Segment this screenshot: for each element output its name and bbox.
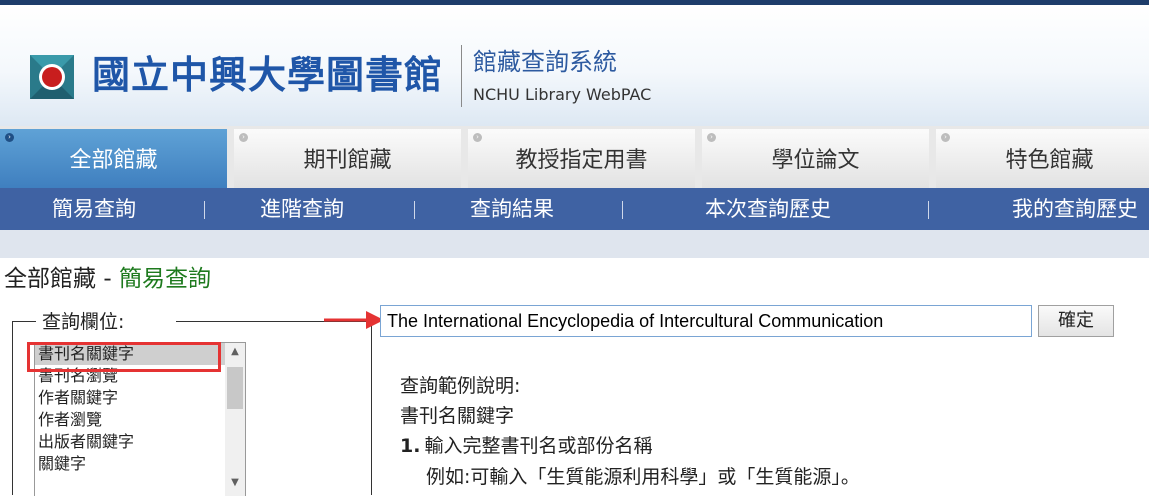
tab-label: 全部館藏 [69,148,158,173]
listbox-option[interactable]: 出版者關鍵字 [35,431,245,453]
help-example: 例如:可輸入「生質能源利用科學」或「生質能源」。 [426,466,860,488]
subnav-separator [414,201,415,219]
subnav-advanced-search[interactable]: 進階查詢 [260,188,344,230]
listbox-option[interactable]: 作者關鍵字 [35,387,245,409]
tab-label: 特色館藏 [1005,148,1094,173]
subnav-separator [204,201,205,219]
help-step-text: 輸入完整書刊名或部份名稱 [424,435,653,457]
bullet-icon: › [707,133,716,142]
system-subtitle: NCHU Library WebPAC [473,85,652,104]
bullet-icon: › [941,133,950,142]
annotation-highlight-box [27,342,221,372]
search-subnav: 簡易查詢 進階查詢 查詢結果 本次查詢歷史 我的查詢歷史 [0,188,1149,230]
page-title-separator: - [103,266,112,292]
subnav-separator [928,201,929,219]
help-step-number: 1. [400,435,421,457]
help-step-1: 1. 輸入完整書刊名或部份名稱 [400,432,652,460]
library-logo-icon [30,55,74,99]
listbox-option[interactable]: 作者瀏覽 [35,409,245,431]
page-title: 全部館藏 - 簡易查詢 [4,262,211,296]
site-header: 國立中興大學圖書館 館藏查詢系統 NCHU Library WebPAC [0,5,1149,126]
scroll-down-icon[interactable]: ▼ [225,474,245,492]
scrollbar-thumb[interactable] [227,367,243,409]
library-name[interactable]: 國立中興大學圖書館 [92,47,443,103]
subnav-my-history[interactable]: 我的查詢歷史 [1012,188,1138,230]
bullet-icon: › [239,133,248,142]
listbox-option[interactable]: 關鍵字 [35,453,245,475]
search-input[interactable]: The International Encyclopedia of Interc… [380,305,1032,337]
tab-journals[interactable]: › 期刊館藏 [234,129,461,188]
confirm-button[interactable]: 確定 [1038,305,1114,337]
subnav-separator [622,201,623,219]
system-title: 館藏查詢系統 [473,48,617,76]
tab-theses[interactable]: › 學位論文 [702,129,929,188]
bullet-icon: › [473,133,482,142]
subnav-session-history[interactable]: 本次查詢歷史 [705,188,831,230]
fieldset-border-right [371,321,372,495]
subnav-simple-search[interactable]: 簡易查詢 [52,188,136,230]
tab-label: 學位論文 [771,148,860,173]
tab-special-collections[interactable]: › 特色館藏 [936,129,1149,188]
tab-label: 教授指定用書 [515,148,648,173]
collection-tabs: › 全部館藏 › 期刊館藏 › 教授指定用書 › 學位論文 › 特色館藏 [0,126,1149,188]
tab-label: 期刊館藏 [303,148,392,173]
tab-course-reserves[interactable]: › 教授指定用書 [468,129,695,188]
tab-all-collections[interactable]: › 全部館藏 [0,129,227,188]
bullet-icon: › [5,133,14,142]
header-divider [461,45,462,107]
breadcrumb-band [0,230,1149,258]
annotation-arrow-icon [324,311,384,329]
page-title-main: 全部館藏 [4,266,96,292]
help-field-name: 書刊名關鍵字 [400,405,515,427]
fieldset-border-top-left [12,321,36,322]
listbox-scrollbar[interactable]: ▲ ▼ [225,343,245,496]
fieldset-border-left [12,321,13,495]
page-title-sub: 簡易查詢 [118,266,211,292]
field-select-legend: 查詢欄位: [38,308,129,336]
subnav-search-results[interactable]: 查詢結果 [470,188,554,230]
scroll-up-icon[interactable]: ▲ [225,343,245,361]
help-title: 查詢範例說明: [400,375,521,397]
